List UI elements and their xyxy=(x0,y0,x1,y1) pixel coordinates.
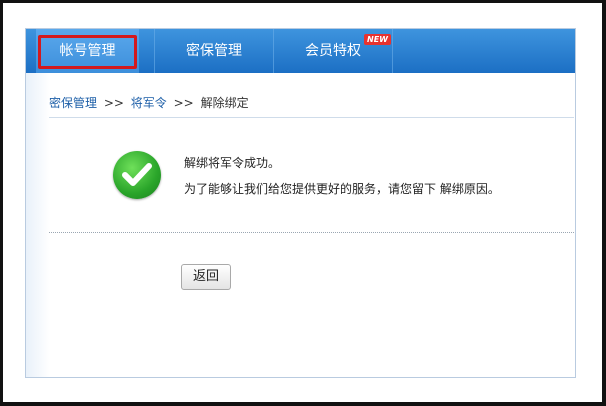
tab-label: 密保管理 xyxy=(186,43,242,59)
tab-bar: 帐号管理 密保管理 会员特权 NEW xyxy=(26,29,575,73)
back-button[interactable]: 返回 xyxy=(181,264,231,290)
tab-divider xyxy=(392,29,393,73)
divider xyxy=(49,117,574,118)
success-title: 解绑将军令成功。 xyxy=(184,156,281,170)
breadcrumb-link-security[interactable]: 密保管理 xyxy=(49,96,97,110)
success-message: 为了能够让我们给您提供更好的服务，请您留下 解绑原因。 xyxy=(184,182,500,196)
new-badge: NEW xyxy=(364,34,391,45)
breadcrumb-current: 解除绑定 xyxy=(200,96,249,110)
tab-security-management[interactable]: 密保管理 xyxy=(155,29,273,73)
window-frame: 帐号管理 密保管理 会员特权 NEW 密保管理 >> 将军令 >> 解除绑定 解… xyxy=(0,0,606,406)
main-panel: 帐号管理 密保管理 会员特权 NEW xyxy=(25,28,576,378)
left-gradient-strip xyxy=(26,73,50,377)
content-area xyxy=(26,73,575,377)
breadcrumb-separator: >> xyxy=(173,96,194,110)
check-circle-icon xyxy=(113,151,161,199)
breadcrumb-separator: >> xyxy=(103,96,124,110)
dotted-divider xyxy=(49,232,574,233)
tab-label: 会员特权 xyxy=(305,43,361,59)
breadcrumb-link-token[interactable]: 将军令 xyxy=(131,96,167,110)
breadcrumb: 密保管理 >> 将军令 >> 解除绑定 xyxy=(49,94,249,111)
highlight-annotation xyxy=(38,35,137,69)
